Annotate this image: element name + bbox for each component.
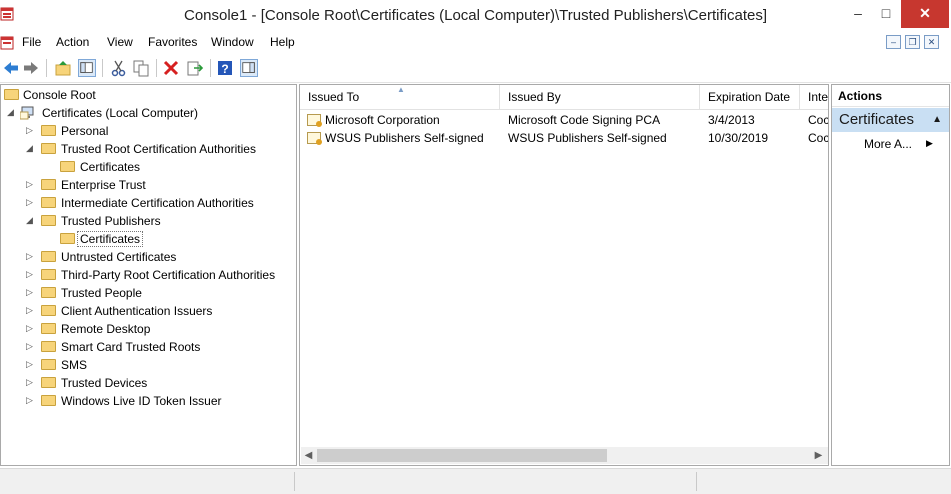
menu-bar: File Action View Favorites Window Help –… bbox=[0, 33, 951, 53]
scroll-right-arrow-icon[interactable]: ▶ bbox=[811, 448, 826, 463]
expand-arrow-icon[interactable]: ▷ bbox=[26, 323, 36, 334]
child-restore-button[interactable]: ❐ bbox=[905, 35, 920, 49]
forward-arrow-icon[interactable] bbox=[22, 59, 40, 77]
back-arrow-icon[interactable] bbox=[2, 59, 20, 77]
export-list-icon[interactable] bbox=[186, 59, 204, 77]
column-header-row: Issued To ▲ Issued By Expiration Date In… bbox=[300, 85, 828, 110]
folder-icon bbox=[41, 305, 56, 316]
column-header-expiration-date[interactable]: Expiration Date bbox=[700, 85, 800, 109]
status-divider bbox=[696, 472, 697, 491]
console-tree[interactable]: Console Root ◢ Certificates (Local Compu… bbox=[0, 84, 297, 466]
folder-icon bbox=[41, 215, 56, 226]
close-button[interactable]: ✕ bbox=[901, 0, 949, 28]
delete-icon[interactable] bbox=[162, 59, 180, 77]
actions-header: Actions bbox=[832, 85, 949, 107]
menu-favorites[interactable]: Favorites bbox=[148, 35, 197, 49]
expand-arrow-icon[interactable]: ▷ bbox=[26, 269, 36, 280]
show-hide-console-tree-icon[interactable] bbox=[78, 59, 96, 77]
column-header-intended-purposes[interactable]: Inte bbox=[800, 85, 828, 109]
certificate-icon bbox=[307, 132, 322, 145]
certificate-icon bbox=[307, 114, 322, 127]
window-title: Console1 - [Console Root\Certificates (L… bbox=[183, 7, 767, 24]
sort-ascending-icon: ▲ bbox=[397, 85, 405, 94]
expand-arrow-icon[interactable]: ▷ bbox=[26, 197, 36, 208]
expand-arrow-icon[interactable]: ▷ bbox=[26, 251, 36, 262]
expand-arrow-icon[interactable]: ▷ bbox=[26, 341, 36, 352]
table-row[interactable]: WSUS Publishers Self-signed WSUS Publish… bbox=[300, 129, 828, 147]
copy-icon[interactable] bbox=[132, 59, 150, 77]
collapse-caret-icon[interactable]: ▲ bbox=[932, 108, 942, 132]
results-list[interactable]: Issued To ▲ Issued By Expiration Date In… bbox=[299, 84, 829, 466]
minimize-button[interactable]: – bbox=[846, 0, 870, 28]
toolbar-separator bbox=[102, 59, 103, 77]
folder-icon bbox=[41, 125, 56, 136]
menu-file[interactable]: File bbox=[22, 35, 41, 49]
help-icon[interactable]: ? bbox=[216, 59, 234, 77]
actions-group-certificates[interactable]: Certificates ▲ bbox=[832, 108, 949, 132]
folder-icon bbox=[41, 341, 56, 352]
expand-arrow-icon[interactable]: ▷ bbox=[26, 287, 36, 298]
folder-icon bbox=[41, 395, 56, 406]
folder-icon bbox=[60, 161, 75, 172]
table-row[interactable]: Microsoft Corporation Microsoft Code Sig… bbox=[300, 111, 828, 129]
child-close-button[interactable]: ✕ bbox=[924, 35, 939, 49]
menu-window[interactable]: Window bbox=[211, 35, 254, 49]
show-hide-action-pane-icon[interactable] bbox=[240, 59, 258, 77]
actions-pane: Actions Certificates ▲ More A... ▶ bbox=[831, 84, 950, 466]
folder-icon bbox=[4, 89, 19, 100]
maximize-button[interactable]: □ bbox=[874, 0, 898, 28]
computer-certificate-icon bbox=[20, 106, 34, 120]
expand-arrow-icon[interactable]: ▷ bbox=[26, 305, 36, 316]
collapse-arrow-icon[interactable]: ◢ bbox=[26, 143, 36, 154]
folder-icon bbox=[41, 143, 56, 154]
folder-icon bbox=[41, 179, 56, 190]
status-bar bbox=[0, 468, 951, 494]
expand-arrow-icon[interactable]: ▷ bbox=[26, 359, 36, 370]
title-bar: Console1 - [Console Root\Certificates (L… bbox=[0, 0, 951, 33]
up-folder-icon[interactable] bbox=[54, 59, 72, 77]
folder-icon bbox=[41, 197, 56, 208]
expand-arrow-icon[interactable]: ▷ bbox=[26, 395, 36, 406]
svg-text:?: ? bbox=[221, 62, 228, 76]
toolbar: ? bbox=[0, 54, 951, 83]
collapse-arrow-icon[interactable]: ◢ bbox=[7, 107, 17, 118]
expand-arrow-icon[interactable]: ▷ bbox=[26, 179, 36, 190]
folder-icon bbox=[41, 269, 56, 280]
console-icon[interactable] bbox=[0, 35, 14, 51]
cut-icon[interactable] bbox=[110, 59, 128, 77]
folder-icon bbox=[60, 233, 75, 244]
expand-arrow-icon[interactable]: ▷ bbox=[26, 125, 36, 136]
toolbar-separator bbox=[156, 59, 157, 77]
folder-icon bbox=[41, 359, 56, 370]
actions-group-label: Certificates bbox=[839, 111, 915, 128]
column-header-issued-by[interactable]: Issued By bbox=[500, 85, 700, 109]
status-divider bbox=[294, 472, 295, 491]
more-actions-link[interactable]: More A... bbox=[864, 137, 912, 151]
submenu-arrow-icon[interactable]: ▶ bbox=[926, 138, 933, 149]
menu-help[interactable]: Help bbox=[270, 35, 295, 49]
collapse-arrow-icon[interactable]: ◢ bbox=[26, 215, 36, 226]
folder-icon bbox=[41, 377, 56, 388]
scroll-left-arrow-icon[interactable]: ◀ bbox=[301, 448, 316, 463]
child-minimize-button[interactable]: – bbox=[886, 35, 901, 49]
toolbar-separator bbox=[210, 59, 211, 77]
folder-icon bbox=[41, 251, 56, 262]
menu-view[interactable]: View bbox=[107, 35, 133, 49]
scrollbar-thumb[interactable] bbox=[317, 449, 607, 462]
expand-arrow-icon[interactable]: ▷ bbox=[26, 377, 36, 388]
horizontal-scrollbar[interactable]: ◀ ▶ bbox=[301, 447, 828, 464]
toolbar-separator bbox=[46, 59, 47, 77]
folder-icon bbox=[41, 287, 56, 298]
menu-action[interactable]: Action bbox=[56, 35, 89, 49]
folder-icon bbox=[41, 323, 56, 334]
